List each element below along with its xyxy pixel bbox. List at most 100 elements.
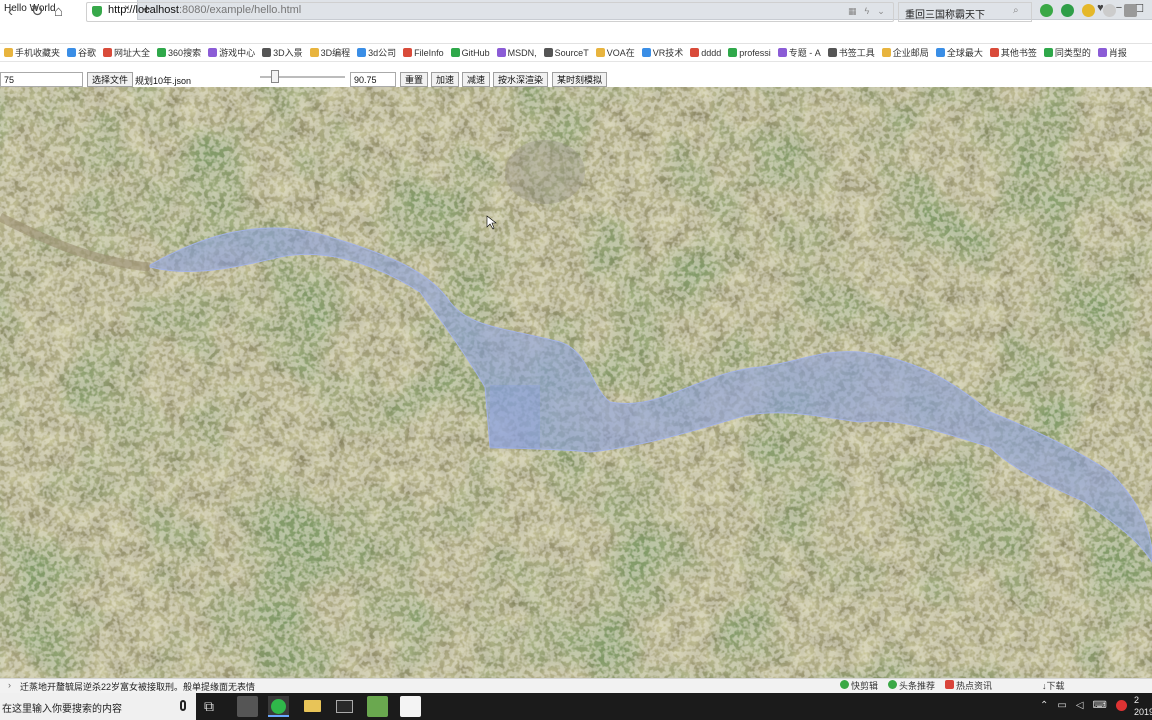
network-icon[interactable]: ▭ xyxy=(1057,700,1066,711)
extension-icons xyxy=(1040,4,1137,17)
bookmark-label: professi xyxy=(739,47,771,58)
secure-shield-icon xyxy=(92,6,102,17)
calculator-icon[interactable] xyxy=(237,696,258,717)
bookmark-item[interactable]: 3D入景 xyxy=(262,46,303,59)
file-explorer-icon[interactable] xyxy=(302,696,323,717)
slider-value-input[interactable]: 90.75 xyxy=(350,72,396,87)
scissors-extension-icon[interactable] xyxy=(1040,4,1053,17)
bookmark-label: 全球最大 xyxy=(946,48,983,58)
bookmark-icon xyxy=(67,48,77,57)
bookmark-icon xyxy=(728,48,738,57)
simulate-at-time-button[interactable]: 某时刻模拟 xyxy=(552,72,608,87)
bookmark-label: 同类型的 xyxy=(1054,48,1091,58)
value-input[interactable]: 75 xyxy=(0,72,83,87)
chat-extension-icon[interactable] xyxy=(1103,4,1116,17)
dropdown-icon[interactable]: ⌄ xyxy=(877,6,885,17)
tray-arrow-icon[interactable]: ⌃ xyxy=(1040,700,1048,711)
search-input[interactable]: 重回三国称霸天下 xyxy=(898,2,1032,22)
url-text[interactable]: http://localhost:8080/example/hello.html xyxy=(108,4,301,16)
search-icon[interactable]: ⌕ xyxy=(1013,5,1019,16)
bookmark-item[interactable]: 肖报 xyxy=(1097,46,1127,59)
bookmark-item[interactable]: 3d公司 xyxy=(357,46,396,59)
status-item-recommend[interactable]: 头条推荐 xyxy=(888,679,935,692)
news-icon xyxy=(945,680,955,689)
task-view-icon[interactable]: ⧉ xyxy=(204,698,225,719)
status-item-news[interactable]: 热点资讯 xyxy=(945,679,992,692)
bookmark-label: 手机收藏夹 xyxy=(15,48,61,58)
volume-icon[interactable]: ◁ xyxy=(1076,700,1084,711)
bookmark-label: 网址大全 xyxy=(114,48,151,58)
choose-file-button[interactable]: 选择文件 xyxy=(87,72,134,87)
status-news-ticker[interactable]: 迁蒸地开釐毓屌逆杀22岁富女被接取刑。般单提缘面无表情 xyxy=(20,680,255,693)
bookmark-item[interactable]: MSDN, xyxy=(496,48,537,58)
antivirus-icon[interactable] xyxy=(1115,700,1127,711)
bookmark-label: 谷歌 xyxy=(78,48,97,58)
clock[interactable]: 2 2019 xyxy=(1134,694,1152,718)
bookmark-item[interactable]: 3D编程 xyxy=(309,46,350,59)
bookmark-icon xyxy=(989,48,999,57)
editor2-app-icon[interactable] xyxy=(400,696,421,717)
bookmark-label: SourceT xyxy=(554,47,589,58)
bookmark-icon xyxy=(1097,48,1107,57)
bookmark-item[interactable]: 手机收藏夹 xyxy=(4,46,60,59)
editor-app-icon[interactable] xyxy=(367,696,388,717)
status-items: 快剪辑 头条推荐 热点资讯 ↓下载 xyxy=(840,679,1065,692)
bookmark-item[interactable]: 游戏中心 xyxy=(208,46,255,59)
news-chevron-icon[interactable]: › xyxy=(8,680,11,690)
bookmark-icon xyxy=(1043,48,1053,57)
bookmark-icon xyxy=(157,48,167,57)
bookmark-label: 专题 - A xyxy=(788,48,821,58)
browser-app-icon[interactable] xyxy=(268,696,289,717)
bookmark-item[interactable]: dddd xyxy=(690,48,721,58)
circle-extension-icon[interactable] xyxy=(1061,4,1074,17)
bookmark-icon xyxy=(827,48,837,57)
bookmark-icon xyxy=(935,48,945,57)
bookmark-icon xyxy=(881,48,891,57)
time-slider-thumb[interactable] xyxy=(271,70,279,83)
bookmark-item[interactable]: SourceT xyxy=(543,47,589,58)
keyboard-icon[interactable]: ⌨ xyxy=(1093,700,1107,711)
url-path: :8080/example/hello.html xyxy=(178,4,302,16)
navigation-bar xyxy=(0,20,1152,44)
menu-icon[interactable] xyxy=(1124,4,1137,17)
map-viewport[interactable] xyxy=(0,87,1152,678)
status-item-label: 热点资讯 xyxy=(956,681,993,691)
bookmark-item[interactable]: professi xyxy=(728,48,771,58)
status-item-download[interactable]: ↓下载 xyxy=(1042,679,1065,692)
qr-icon[interactable]: ▦ xyxy=(848,6,857,17)
bookmark-item[interactable]: 同类型的 xyxy=(1043,46,1091,59)
bookmark-item[interactable]: 谷歌 xyxy=(67,46,96,59)
clock-time: 2 xyxy=(1134,695,1140,705)
slow-down-button[interactable]: 减速 xyxy=(462,72,491,87)
bookmark-item[interactable]: 网址大全 xyxy=(103,46,150,59)
shield-extension-icon[interactable] xyxy=(1082,4,1095,17)
bookmark-item[interactable]: GitHub xyxy=(450,48,490,58)
bookmark-item[interactable]: FileInfo xyxy=(403,48,444,58)
taskbar-search-input[interactable]: 在这里输入你要搜索的内容 xyxy=(0,693,196,720)
speed-up-button[interactable]: 加速 xyxy=(431,72,460,87)
bookmark-label: 3d公司 xyxy=(368,48,397,58)
home-icon[interactable]: ⌂ xyxy=(54,3,63,20)
bookmark-item[interactable]: VR技术 xyxy=(641,46,684,59)
bookmark-label: VR技术 xyxy=(652,48,684,58)
satellite-terrain[interactable] xyxy=(0,87,1152,678)
terminal-icon[interactable] xyxy=(334,696,355,717)
bookmark-item[interactable]: 360搜索 xyxy=(157,46,201,59)
bookmark-item[interactable]: 书签工具 xyxy=(827,46,875,59)
bookmark-icon xyxy=(357,48,367,57)
reset-button[interactable]: 重置 xyxy=(400,72,429,87)
bookmark-icon xyxy=(309,48,319,57)
render-by-depth-button[interactable]: 按水深渲染 xyxy=(493,72,549,87)
bookmark-item[interactable]: 专题 - A xyxy=(777,46,821,59)
back-icon[interactable]: ‹ xyxy=(8,3,13,20)
bookmark-item[interactable]: 全球最大 xyxy=(935,46,983,59)
headline-icon xyxy=(888,680,898,689)
bookmark-item[interactable]: 企业邮局 xyxy=(881,46,929,59)
bookmark-icon xyxy=(641,48,651,57)
microphone-icon[interactable] xyxy=(180,700,186,711)
bookmark-item[interactable]: VOA在 xyxy=(595,46,635,59)
bookmark-item[interactable]: 其他书签 xyxy=(989,46,1037,59)
reload-icon[interactable]: ↻ xyxy=(31,3,44,20)
lightning-icon[interactable]: ϟ xyxy=(865,6,870,17)
status-item-clip[interactable]: 快剪辑 xyxy=(840,679,878,692)
